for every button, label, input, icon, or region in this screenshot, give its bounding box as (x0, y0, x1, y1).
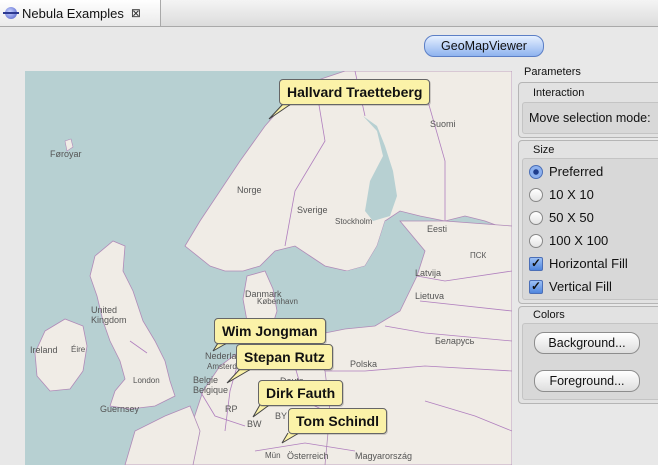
geomapviewer-button[interactable]: GeoMapViewer (424, 35, 544, 57)
callout-dirk-fauth[interactable]: Dirk Fauth (258, 380, 344, 406)
checkmark-icon[interactable]: ✓ (529, 279, 543, 294)
size-group-title: Size (533, 144, 555, 156)
nebula-icon (3, 7, 19, 19)
vertical-fill-label: Vertical Fill (549, 279, 612, 294)
callout-wim-jongman[interactable]: Wim Jongman (214, 318, 326, 344)
tab-title: Nebula Examples (22, 5, 124, 21)
radio-unselected-icon[interactable] (529, 187, 543, 202)
move-selection-mode-label: Move selection mode: (529, 111, 651, 125)
radio-100x100[interactable]: 100 X 100 (529, 233, 608, 248)
foreground-button[interactable]: Foreground... (534, 370, 640, 392)
radio-unselected-icon[interactable] (529, 233, 543, 248)
callout-stepan-rutz[interactable]: Stepan Rutz (236, 344, 333, 370)
tab-nebula-examples[interactable]: Nebula Examples ⊠ (0, 0, 161, 26)
callout-tom-schindl[interactable]: Tom Schindl (288, 408, 387, 434)
radio-50x50[interactable]: 50 X 50 (529, 210, 594, 225)
checkbox-vertical-fill[interactable]: ✓ Vertical Fill (529, 279, 612, 294)
interaction-group-title: Interaction (533, 87, 585, 99)
radio-preferred-label: Preferred (549, 164, 604, 179)
radio-50x50-label: 50 X 50 (549, 210, 594, 225)
checkmark-icon[interactable]: ✓ (529, 256, 543, 271)
callout-hallvard-traetteberg[interactable]: Hallvard Traetteberg (279, 79, 431, 105)
background-button[interactable]: Background... (534, 332, 640, 354)
geo-map-viewer[interactable]: Suomi Føroyar Norge Sverige Stockholm Ee… (25, 71, 512, 465)
close-icon[interactable]: ⊠ (131, 6, 141, 20)
radio-unselected-icon[interactable] (529, 210, 543, 225)
radio-100x100-label: 100 X 100 (549, 233, 609, 248)
radio-selected-icon[interactable] (529, 164, 543, 179)
colors-group-title: Colors (533, 309, 565, 321)
radio-preferred[interactable]: Preferred (529, 164, 603, 179)
radio-10x10-label: 10 X 10 (549, 187, 594, 202)
parameters-title: Parameters (524, 66, 581, 78)
editor-tab-bar: Nebula Examples ⊠ (0, 0, 658, 27)
radio-10x10[interactable]: 10 X 10 (529, 187, 594, 202)
horizontal-fill-label: Horizontal Fill (549, 256, 628, 271)
checkbox-horizontal-fill[interactable]: ✓ Horizontal Fill (529, 256, 628, 271)
